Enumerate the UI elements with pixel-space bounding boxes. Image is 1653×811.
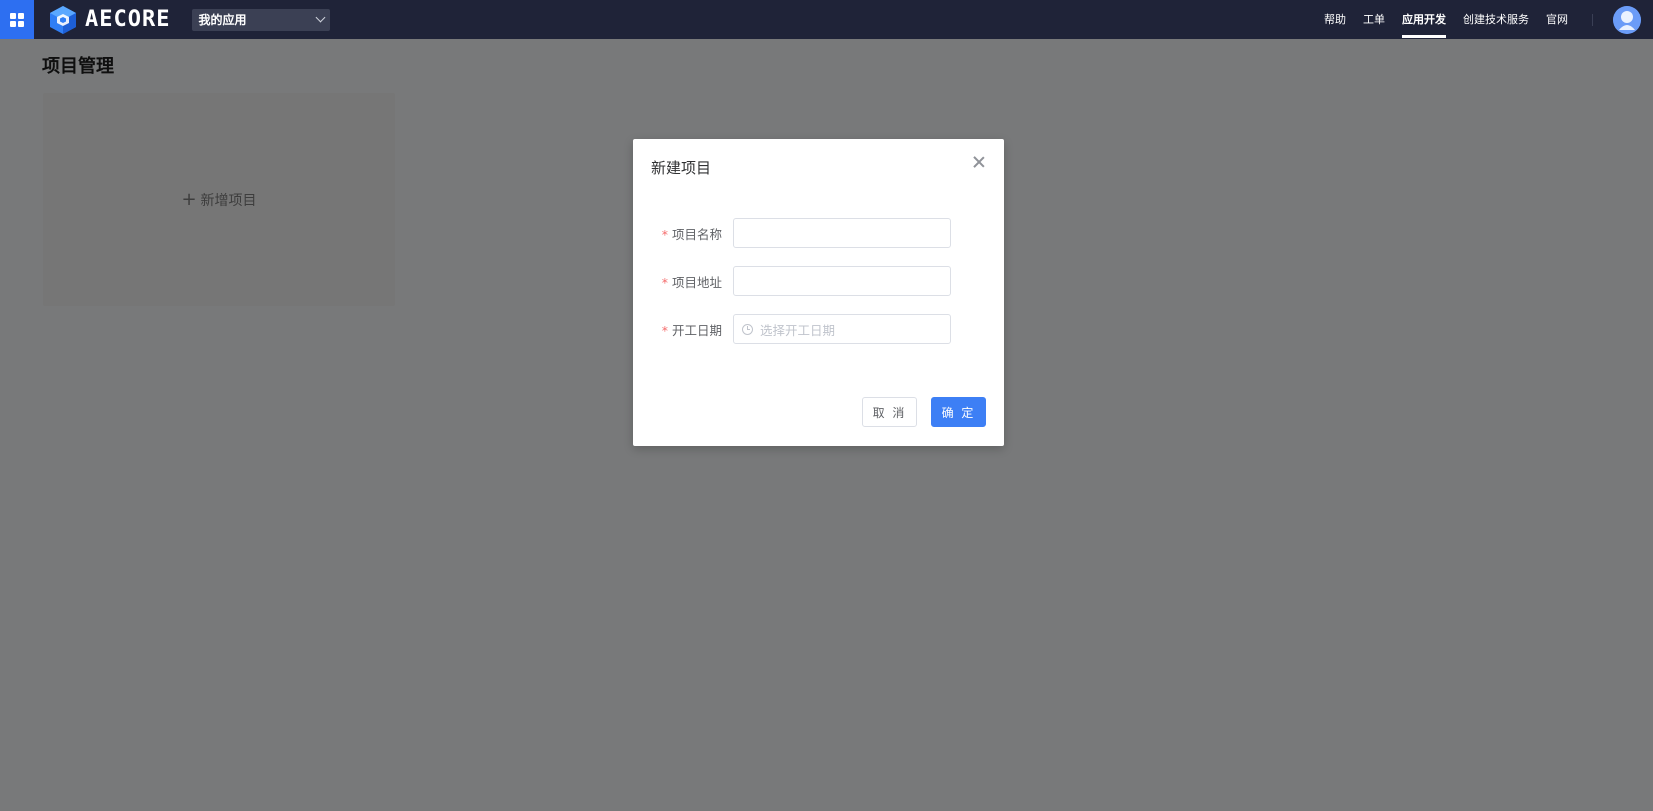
nav-item-create-tech-service[interactable]: 创建技术服务	[1463, 0, 1529, 39]
app-select-dropdown[interactable]: 我的应用	[192, 8, 331, 31]
top-bar: AECORE 我的应用 帮助 工单 应用开发 创建技术服务 官网	[0, 0, 1653, 39]
cube-logo-icon	[50, 5, 76, 34]
form-row-start-date: * 开工日期 选择开工日期	[633, 314, 1004, 344]
start-date-label: * 开工日期	[661, 322, 722, 338]
form-row-project-name: * 项目名称	[633, 218, 1004, 248]
new-project-dialog: 新建项目 * 项目名称 * 项目地址 * 开工日期 选择开工日期 取 消 确 定	[633, 139, 1004, 446]
close-icon[interactable]	[972, 155, 986, 169]
clock-icon	[742, 323, 753, 335]
required-mark: *	[661, 274, 668, 290]
project-address-label: * 项目地址	[661, 274, 722, 290]
cancel-button[interactable]: 取 消	[862, 397, 917, 427]
logo[interactable]: AECORE	[47, 0, 170, 39]
chevron-down-icon	[316, 12, 326, 23]
required-mark: *	[661, 226, 668, 242]
nav-item-help[interactable]: 帮助	[1324, 0, 1346, 39]
start-date-picker[interactable]: 选择开工日期	[733, 314, 951, 344]
top-nav: 帮助 工单 应用开发 创建技术服务 官网	[1307, 0, 1568, 39]
nav-item-official-site[interactable]: 官网	[1546, 0, 1568, 39]
nav-divider	[1592, 14, 1593, 26]
project-address-input[interactable]	[733, 266, 951, 296]
dialog-title: 新建项目	[651, 159, 712, 177]
project-name-input[interactable]	[733, 218, 951, 248]
project-name-label: * 项目名称	[661, 226, 722, 242]
user-avatar-icon	[1613, 6, 1641, 34]
app-grid-button[interactable]	[0, 0, 34, 39]
nav-item-app-dev[interactable]: 应用开发	[1402, 0, 1446, 39]
confirm-button[interactable]: 确 定	[931, 397, 986, 427]
nav-item-tickets[interactable]: 工单	[1363, 0, 1385, 39]
avatar[interactable]	[1613, 6, 1641, 34]
required-mark: *	[661, 322, 668, 338]
form-row-project-address: * 项目地址	[633, 266, 1004, 296]
app-select-value: 我的应用	[198, 13, 247, 27]
logo-text: AECORE	[85, 7, 171, 32]
start-date-placeholder: 选择开工日期	[760, 322, 836, 338]
grid-icon	[10, 12, 24, 27]
